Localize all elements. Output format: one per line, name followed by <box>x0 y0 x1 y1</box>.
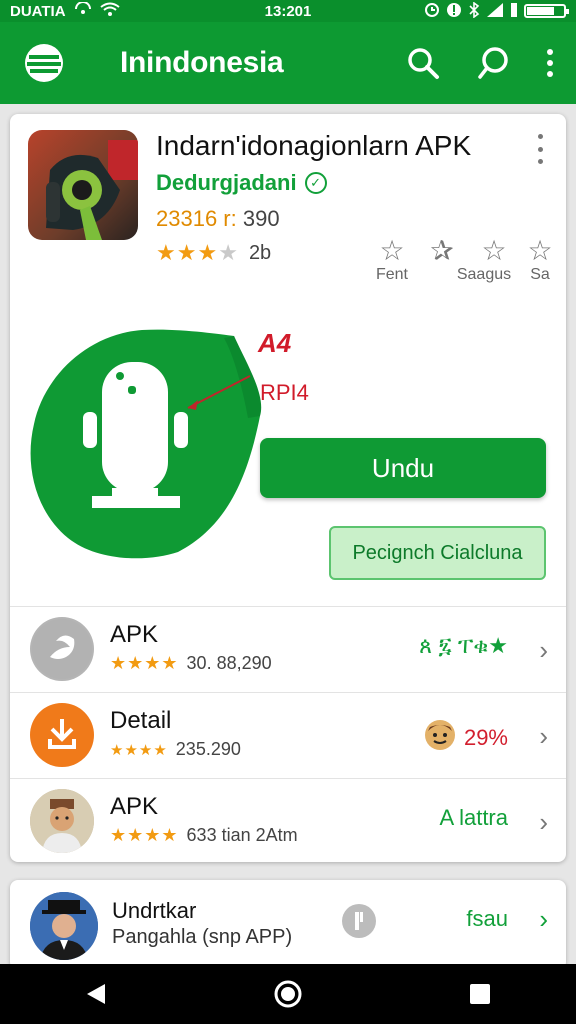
battery-icon <box>524 4 569 18</box>
app-rating: ★★★★ 2b <box>156 240 271 266</box>
app-overflow-icon[interactable] <box>534 134 546 164</box>
list-item-title: Detail <box>110 707 172 734</box>
page-title: Inindonesia <box>120 46 284 79</box>
star-outline-icon: ☆ <box>527 235 553 266</box>
home-icon[interactable] <box>258 964 318 1024</box>
app-bar: Inindonesia <box>0 22 576 104</box>
bottom-card-title: Undrtkar <box>112 898 197 923</box>
list-item-subtitle: ★★★★ 235.290 <box>110 739 241 760</box>
bluetooth-icon <box>468 0 480 21</box>
app-icon[interactable] <box>28 130 138 240</box>
rating-stars: ★★★★ <box>110 741 168 759</box>
star-filled-icon: ★ <box>156 240 177 265</box>
overflow-menu-icon[interactable] <box>546 48 554 78</box>
list-item-subtitle: ★★★★ 30. 88,290 <box>110 653 272 674</box>
search-icon[interactable] <box>406 46 440 80</box>
emoji-face-icon <box>424 719 456 757</box>
secondary-button[interactable]: Pecignch Cialcluna <box>329 526 546 580</box>
wifi-icon <box>99 2 120 20</box>
chevron-right-icon[interactable]: › <box>539 721 548 752</box>
alarm-icon <box>424 2 440 21</box>
list-item[interactable]: Detail ★★★★ 235.290 29% › <box>10 692 566 778</box>
list-item-value: 29% <box>463 725 508 750</box>
rating-stars: ★★★★ <box>156 240 239 266</box>
related-list: APK ★★★★ 30. 88,290 ጰ ፯ ፐቁ★ › Detail ★★★… <box>10 606 566 864</box>
meta-price: 23316 r: <box>156 206 237 231</box>
hero-label-b: RPI4 <box>260 380 309 405</box>
menu-logo-icon[interactable] <box>24 43 64 83</box>
rate-option-label: Sa <box>530 266 550 283</box>
notification-icon <box>446 2 462 21</box>
download-button[interactable]: Undu <box>260 438 546 498</box>
list-item-title: APK <box>110 621 159 648</box>
list-item-count: 235.290 <box>175 739 241 759</box>
rating-value: 2b <box>248 241 272 264</box>
list-item-status: ጰ ፯ ፐቁ★ <box>419 633 508 658</box>
list-item-count: 30. 88,290 <box>186 653 272 673</box>
back-icon[interactable] <box>66 964 126 1024</box>
meta-count: 390 <box>242 206 280 231</box>
rate-option-label: Saagus <box>456 266 512 283</box>
rating-stars: ★★★★ <box>110 653 179 673</box>
bottom-card-status: fsau <box>466 906 508 931</box>
list-item-status: A lattra <box>439 805 508 830</box>
carrier-label: DUATIA <box>10 2 66 20</box>
download-icon <box>30 703 94 767</box>
developer-name[interactable]: Dedurgjadani ✓ <box>156 170 327 196</box>
hero-illustration <box>28 326 268 562</box>
verified-icon: ✓ <box>304 172 327 194</box>
list-item[interactable]: APK ★★★★ 30. 88,290 ጰ ፯ ፐቁ★ › <box>10 606 566 692</box>
chat-icon[interactable] <box>476 46 510 80</box>
chevron-right-icon[interactable]: › <box>539 904 548 935</box>
app-meta: 23316 r: 390 <box>156 206 280 232</box>
app-detail-card: Indarn'idonagionlarn APK Dedurgjadani ✓ … <box>10 114 566 862</box>
rate-options: ☆ Fent ✰ ☆ Saagus ☆ Sa <box>370 236 560 296</box>
avatar <box>30 789 94 853</box>
hero-label-a: A4 <box>258 328 292 358</box>
rate-option-3[interactable]: ☆ Saagus <box>446 236 522 284</box>
star-filled-icon: ★ <box>176 240 198 265</box>
rate-option-4[interactable]: ☆ Sa <box>520 236 560 284</box>
rate-option-label: Fent <box>375 266 408 283</box>
navigation-bar <box>0 964 576 1024</box>
recents-icon[interactable] <box>450 964 510 1024</box>
bottom-card[interactable]: Undrtkar Pangahla (snp APP) fsau › <box>10 880 566 970</box>
sync-icon <box>74 1 92 20</box>
list-item-status: 29% <box>424 719 508 757</box>
star-outline-icon: ☆ <box>379 235 405 266</box>
rate-option-1[interactable]: ☆ Fent <box>370 236 414 284</box>
star-empty-icon: ★ <box>218 240 239 265</box>
chevron-right-icon[interactable]: › <box>539 807 548 838</box>
app-title: Indarn'idonagionlarn APK <box>156 130 472 161</box>
signal-icon <box>486 2 504 21</box>
developer-label: Dedurgjadani <box>156 170 297 195</box>
rating-stars: ★★★★ <box>110 825 179 845</box>
avatar <box>30 892 98 960</box>
signal-bar-icon <box>510 2 518 21</box>
list-item[interactable]: APK ★★★★ 633 tian 2Atm A lattra › <box>10 778 566 864</box>
app-avatar <box>30 617 94 681</box>
list-item-count: 633 tian 2Atm <box>186 825 298 845</box>
chevron-right-icon[interactable]: › <box>539 635 548 666</box>
status-bar: DUATIA 13:201 <box>0 0 576 22</box>
star-outline-icon: ☆ <box>481 235 507 266</box>
badge-icon <box>340 902 378 945</box>
bottom-card-subtitle: Pangahla (snp APP) <box>112 926 293 948</box>
list-item-subtitle: ★★★★ 633 tian 2Atm <box>110 825 298 846</box>
list-item-title: APK <box>110 793 159 820</box>
star-filled-icon: ★ <box>197 240 219 265</box>
